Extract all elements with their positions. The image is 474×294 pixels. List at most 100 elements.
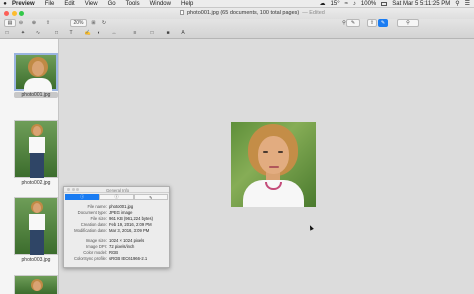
rotate-icon: ↻ [101, 20, 107, 26]
pen-icon: ✎ [149, 194, 153, 200]
info-key: ColorSync profile: [73, 256, 107, 261]
inspector-minimize-button[interactable] [71, 188, 75, 191]
info-value: 72 pixels/inch [109, 244, 135, 249]
inspector-close-button[interactable] [67, 188, 70, 191]
battery-icon[interactable] [381, 1, 388, 6]
window-controls [0, 11, 24, 16]
notification-center-icon[interactable]: ☰ [465, 0, 470, 7]
info-key: Color model: [83, 250, 107, 255]
info-value: Feb 19, 2016, 2:09 PM [109, 222, 152, 227]
text-tool-button[interactable]: T [68, 29, 74, 37]
shapes-tool-button[interactable]: □ [52, 29, 61, 37]
zoom-level-value: 20% [73, 20, 84, 26]
info-value: 961 KB (961,224 bytes) [109, 216, 153, 221]
search-field-icon: ⚲ [406, 20, 410, 26]
toolbar: ▤ ⊖ ⊕ ⇧ 20% ⊞ ↻ ⚲ ✎ ⇧ ✎ ⚲ □ ✦ ∿ □ T ✍ ◐ … [0, 19, 474, 39]
menu-window[interactable]: Window [145, 1, 176, 7]
info-row-file-name: File name: photo001.jpg [64, 204, 171, 209]
zoom-fit-button[interactable]: ⊞ [90, 19, 97, 27]
markup-button[interactable]: ✎ [346, 19, 360, 27]
info-value: Mar 3, 2016, 3:09 PM [109, 228, 150, 233]
status-area: ☁ 15° ≈ ♪ 100% Sat Mar 5 5:11:25 PM ⚲ ☰ [320, 0, 474, 8]
thumbnail-sidebar[interactable]: photo001.jpg photo002.jpg photo003.jpg [0, 39, 59, 294]
magic-wand-icon: ✦ [20, 30, 26, 36]
share-button[interactable]: ⇧ [44, 19, 52, 27]
markup-toolbar-toggle[interactable]: ✎ [378, 19, 388, 27]
share-icon: ⇧ [45, 20, 51, 26]
menu-preview[interactable]: Preview [10, 1, 40, 7]
menu-file[interactable]: File [40, 1, 60, 7]
rotate-button[interactable]: ↻ [100, 19, 108, 27]
more-info-icon: ⓘ [114, 194, 119, 199]
sketch-icon: ∿ [35, 30, 41, 36]
window-title[interactable]: photo001.jpg (65 documents, 100 total pa… [187, 10, 299, 16]
tab-more-info[interactable]: ⓘ [99, 194, 134, 200]
info-row-image-size: Image size: 1024 × 1024 pixels [64, 238, 171, 243]
thumbnail-photo004[interactable] [14, 275, 58, 294]
minimize-button[interactable] [11, 11, 17, 16]
info-icon: ⓘ [80, 194, 85, 199]
rect-selection-icon: □ [5, 30, 9, 36]
selection-tool-button[interactable]: □ [3, 29, 11, 37]
adjust-color-button[interactable]: ◐ [95, 29, 103, 37]
tab-general-info[interactable]: ⓘ [65, 194, 100, 200]
info-row-modification-date: Modification date: Mar 3, 2016, 3:09 PM [64, 228, 171, 233]
line-style-icon: ≡ [133, 30, 137, 36]
tab-annotations[interactable]: ✎ [133, 194, 168, 200]
zoom-level-field[interactable]: 20% [70, 19, 87, 27]
instant-alpha-button[interactable]: ✦ [20, 29, 26, 37]
info-row-color-model: Color model: RGB [64, 250, 171, 255]
menu-go[interactable]: Go [103, 1, 121, 7]
zoom-in-button[interactable]: ⊕ [31, 19, 37, 27]
inspector-zoom-button[interactable] [76, 188, 79, 191]
menu-tools[interactable]: Tools [121, 1, 145, 7]
main-image[interactable] [231, 122, 316, 207]
inspector-titlebar[interactable]: General Info [64, 187, 169, 193]
thumbnail-photo001[interactable] [14, 53, 58, 91]
zoom-in-icon: ⊕ [31, 20, 37, 26]
info-row-document-type: Document type: JPEG image [64, 210, 171, 215]
menu-help[interactable]: Help [176, 1, 198, 7]
spotlight-icon[interactable]: ⚲ [455, 0, 459, 7]
thumbnail-label: photo001.jpg [14, 92, 58, 98]
edited-indicator[interactable]: — Edited [302, 10, 325, 16]
clock[interactable]: Sat Mar 5 5:11:25 PM [392, 1, 450, 7]
info-key: Image size: [85, 238, 107, 243]
text-style-icon: A [181, 30, 185, 36]
shape-style-button[interactable]: ≡ [130, 29, 140, 37]
fill-color-icon: ■ [166, 30, 170, 36]
info-row-image-dpi: Image DPI: 72 pixels/inch [64, 244, 171, 249]
window-titlebar: photo001.jpg (65 documents, 100 total pa… [0, 8, 474, 19]
text-icon: T [69, 30, 73, 36]
thumbnail-photo003[interactable] [14, 197, 58, 255]
menu-edit[interactable]: Edit [59, 1, 79, 7]
signature-tool-button[interactable]: ✍ [84, 29, 92, 37]
zoom-button[interactable] [19, 11, 24, 16]
apple-menu-icon[interactable]: ● [0, 1, 10, 7]
text-style-button[interactable]: A [178, 29, 188, 37]
border-color-button[interactable]: □ [147, 29, 157, 37]
view-menu-button[interactable]: ▤ [4, 19, 16, 27]
weather-temperature[interactable]: 15° [331, 1, 340, 7]
menu-view[interactable]: View [80, 1, 103, 7]
info-key: Modification date: [74, 228, 107, 233]
thumbnail-photo002[interactable] [14, 120, 58, 178]
zoom-out-button[interactable]: ⊖ [18, 19, 24, 27]
close-button[interactable] [4, 11, 9, 16]
volume-icon[interactable]: ♪ [353, 1, 356, 7]
thumbnail-label: photo003.jpg [21, 257, 51, 263]
search-field[interactable]: ⚲ [397, 19, 419, 27]
info-value: RGB [109, 250, 119, 255]
battery-level[interactable]: 100% [361, 1, 376, 7]
adjust-size-button[interactable]: ↔ [110, 29, 118, 37]
wifi-icon[interactable]: ≈ [345, 1, 348, 7]
action-button[interactable]: ⇧ [367, 19, 377, 27]
cloud-icon[interactable]: ☁ [320, 0, 326, 7]
info-value: photo001.jpg [109, 204, 134, 209]
info-key: File name: [87, 204, 107, 209]
toolbox-icon: ✎ [380, 20, 386, 26]
fill-color-button[interactable]: ■ [163, 29, 173, 37]
zoom-out-icon: ⊖ [18, 20, 24, 26]
sketch-tool-button[interactable]: ∿ [35, 29, 41, 37]
inspector-panel: General Info ⓘ ⓘ ✎ File name: photo001.j… [63, 186, 170, 268]
